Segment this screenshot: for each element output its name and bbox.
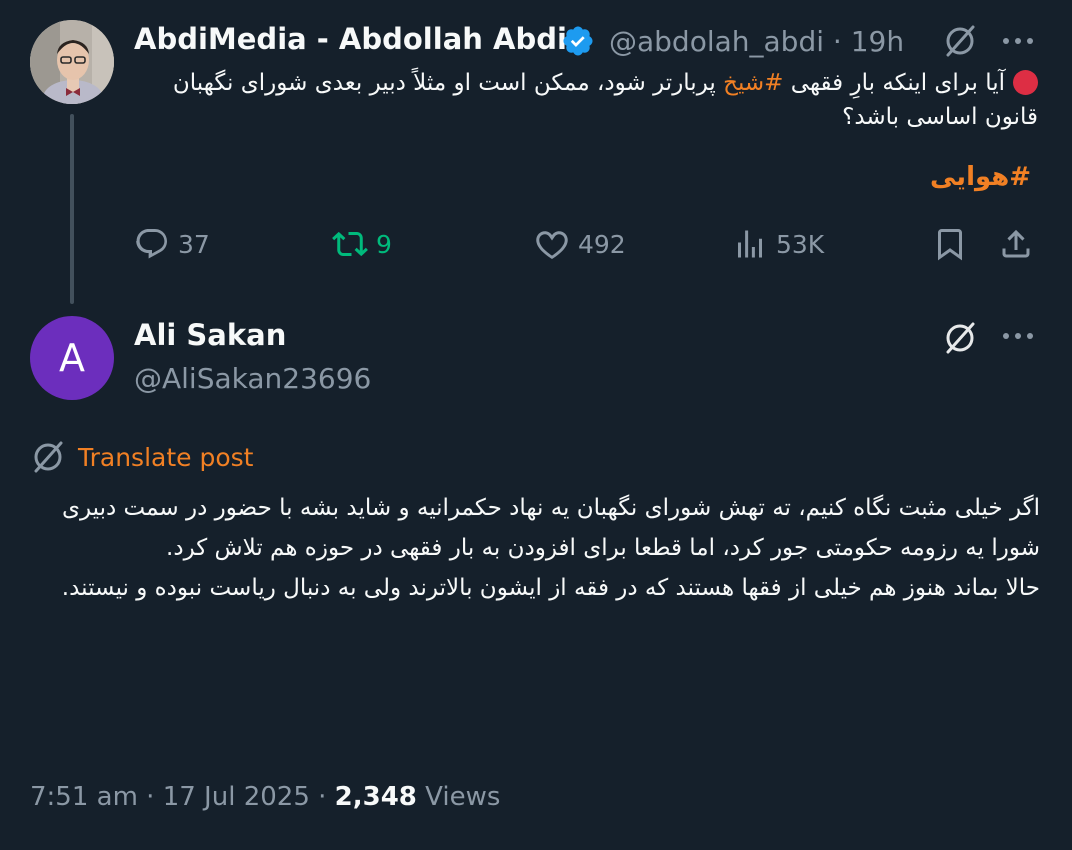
- translate-label: Translate post: [78, 442, 254, 472]
- translate-post-button[interactable]: Translate post: [30, 438, 253, 476]
- like-count: 492: [578, 229, 626, 259]
- author-handle[interactable]: @abdolah_abdi: [609, 25, 824, 58]
- bookmark-button[interactable]: [932, 222, 968, 266]
- avatar-letter: A: [59, 336, 85, 380]
- author-name[interactable]: AbdiMedia - Abdollah Abdi: [134, 22, 567, 56]
- grok-icon[interactable]: [942, 320, 978, 356]
- more-icon[interactable]: [1000, 322, 1036, 350]
- views-count: 2,348: [334, 782, 417, 812]
- tweet-text: آیا برای اینکه بارِ فقهی #شیخ پربارتر شو…: [134, 66, 1038, 134]
- retweet-icon: [332, 231, 368, 257]
- reply-paragraph: اگر خیلی مثبت نگاه کنیم، ته تهش شورای نگ…: [61, 495, 1040, 561]
- share-icon: [1002, 229, 1030, 258]
- avatar-photo: [30, 20, 114, 104]
- reply-count: 37: [178, 229, 210, 259]
- tweet-actions: 37 9 492 53K: [134, 222, 1038, 266]
- like-button[interactable]: 492: [534, 222, 626, 266]
- views-button[interactable]: 53K: [732, 222, 824, 266]
- tweet-time[interactable]: · 19h: [833, 25, 904, 58]
- views-count: 53K: [776, 229, 825, 259]
- tweet-timestamp[interactable]: 7:51 am · 17 Jul 2025 ·: [30, 782, 335, 812]
- reply-button[interactable]: 37: [134, 222, 210, 266]
- reply-text: اگر خیلی مثبت نگاه کنیم، ته تهش شورای نگ…: [30, 488, 1040, 608]
- retweet-count: 9: [376, 229, 392, 259]
- retweet-button[interactable]: 9: [332, 222, 392, 266]
- thread-line: [70, 114, 74, 304]
- views-icon: [738, 230, 762, 258]
- reply-author-name[interactable]: Ali Sakan: [134, 318, 286, 352]
- author-avatar[interactable]: [30, 20, 114, 104]
- author-handle-time[interactable]: @abdolah_abdi · 19h: [609, 25, 904, 58]
- tweet-meta: 7:51 am · 17 Jul 2025 · 2,348 Views: [30, 782, 500, 812]
- grok-icon[interactable]: [942, 23, 978, 59]
- share-button[interactable]: [998, 222, 1034, 266]
- red-circle-emoji: [1013, 70, 1038, 95]
- tweet-text-part1: آیا برای اینکه بارِ فقهی: [783, 70, 1005, 96]
- reply-author-handle[interactable]: @AliSakan23696: [134, 362, 371, 395]
- hashtag-link[interactable]: #هوایی: [930, 162, 1031, 192]
- bookmark-icon: [938, 229, 962, 261]
- grok-icon: [34, 441, 63, 473]
- reply-paragraph: حالا بماند هنوز هم خیلی از فقها هستند که…: [61, 575, 1040, 601]
- reply-author-avatar[interactable]: A: [30, 316, 114, 400]
- reply-icon: [136, 229, 167, 259]
- more-icon[interactable]: [1000, 27, 1036, 55]
- like-icon: [536, 231, 568, 259]
- hashtag-link[interactable]: #شیخ: [723, 70, 783, 96]
- verified-badge-icon: [563, 26, 593, 56]
- views-label: Views: [416, 782, 501, 812]
